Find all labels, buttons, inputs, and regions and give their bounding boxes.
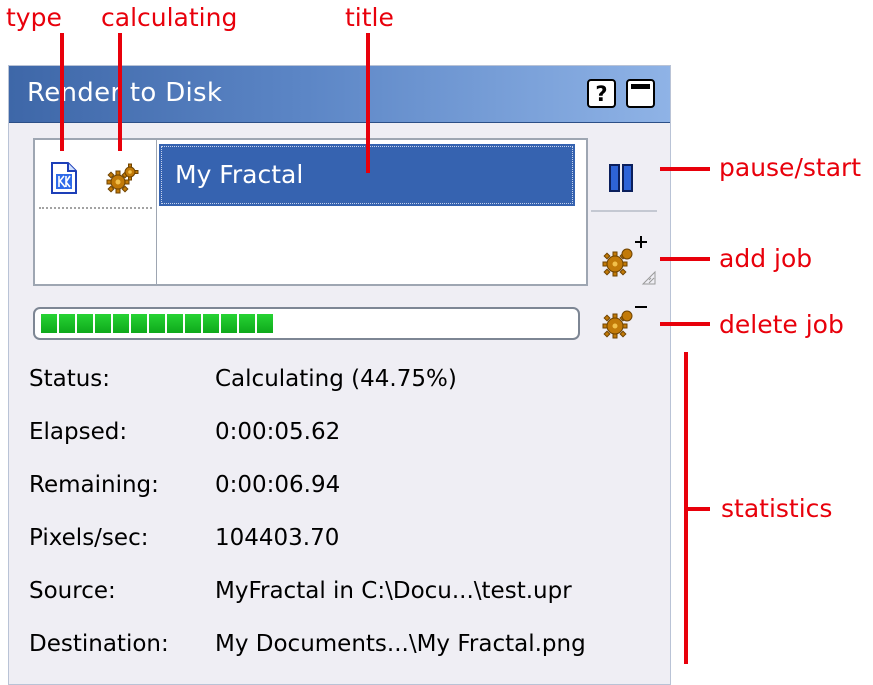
progress-segment: [77, 314, 93, 333]
minimize-icon: [631, 84, 650, 89]
panel-title: Render to Disk: [27, 78, 223, 108]
callout-line-type: [60, 33, 64, 151]
icon-divider: [39, 207, 152, 209]
add-job-button[interactable]: [597, 232, 659, 286]
delete-job-icon: [602, 306, 647, 339]
progress-segment: [167, 314, 183, 333]
progress-segment: [59, 314, 75, 333]
progress-segment: [41, 314, 57, 333]
minimize-button[interactable]: [626, 79, 655, 108]
job-list[interactable]: My Fractal: [33, 138, 588, 286]
add-job-icon: [602, 236, 656, 285]
callout-line-calculating: [118, 33, 122, 151]
progress-segment: [239, 314, 255, 333]
sidebar-separator: [591, 210, 657, 212]
pixels-per-sec-label: Pixels/sec:: [29, 525, 149, 551]
callout-line-add-job: [660, 257, 710, 261]
source-label: Source:: [29, 578, 116, 604]
progress-segment: [203, 314, 219, 333]
callout-line-delete-job: [660, 322, 710, 326]
destination-label: Destination:: [29, 631, 169, 657]
annotation-delete-job: delete job: [719, 310, 844, 339]
progress-fill: [41, 314, 273, 333]
progress-bar: [33, 307, 580, 340]
annotation-statistics: statistics: [721, 494, 833, 523]
progress-segment: [221, 314, 237, 333]
elapsed-value: 0:00:05.62: [215, 419, 341, 445]
pause-start-button[interactable]: [601, 161, 641, 195]
callout-line-statistics: [684, 507, 710, 511]
delete-job-button[interactable]: [597, 300, 651, 344]
gear-icon: [106, 163, 139, 194]
remaining-value: 0:00:06.94: [215, 472, 341, 498]
pixels-per-sec-value: 104403.70: [215, 525, 340, 551]
job-title: My Fractal: [175, 160, 304, 189]
progress-segment: [131, 314, 147, 333]
source-value: MyFractal in C:\Docu...\test.upr: [215, 578, 572, 604]
annotation-calculating: calculating: [101, 3, 238, 32]
status-label: Status:: [29, 366, 111, 392]
help-icon: ?: [595, 81, 608, 106]
panel-titlebar: Render to Disk ?: [9, 66, 670, 123]
progress-segment: [257, 314, 273, 333]
progress-segment: [149, 314, 165, 333]
callout-line-title: [366, 33, 370, 173]
job-icon-column: [35, 140, 157, 284]
render-to-disk-panel: Render to Disk ? My Fractal Status: Calc…: [8, 65, 671, 685]
remaining-label: Remaining:: [29, 472, 159, 498]
progress-segment: [113, 314, 129, 333]
annotation-pause-start: pause/start: [719, 153, 862, 182]
help-button[interactable]: ?: [587, 79, 616, 108]
pause-icon: [609, 164, 633, 192]
annotation-add-job: add job: [719, 244, 813, 273]
callout-line-pause-start: [660, 167, 710, 171]
annotation-type: type: [6, 3, 62, 32]
annotation-title: title: [345, 3, 394, 32]
destination-value: My Documents...\My Fractal.png: [215, 631, 586, 657]
document-icon: [51, 162, 77, 194]
status-value: Calculating (44.75%): [215, 366, 457, 392]
progress-segment: [95, 314, 111, 333]
progress-segment: [185, 314, 201, 333]
elapsed-label: Elapsed:: [29, 419, 128, 445]
